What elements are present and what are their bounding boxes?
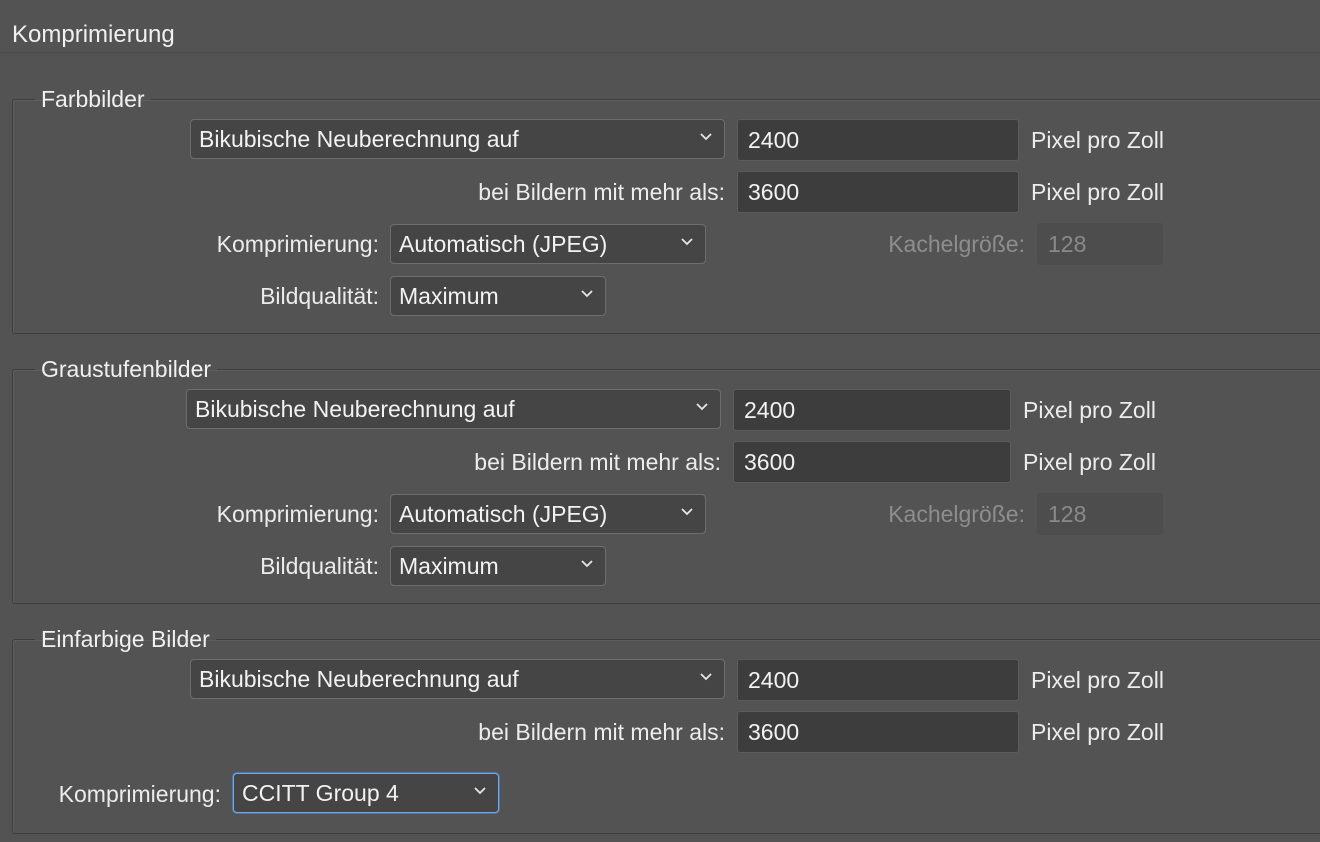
chevron-down-icon [474, 787, 486, 795]
resample-ppi-input-grayscale[interactable]: 2400 [733, 389, 1011, 431]
chevron-down-icon [700, 133, 712, 141]
resample-ppi-input-color[interactable]: 2400 [737, 119, 1019, 161]
compression-dropdown-grayscale[interactable]: Automatisch (JPEG) [390, 494, 706, 534]
threshold-ppi-input-grayscale[interactable]: 3600 [733, 441, 1011, 483]
resample-unit-label: Pixel pro Zoll [1031, 127, 1164, 153]
resample-method-value: Bikubische Neuberechnung auf [199, 126, 519, 152]
quality-dropdown-grayscale[interactable]: Maximum [390, 546, 606, 586]
quality-dropdown-color[interactable]: Maximum [390, 276, 606, 316]
compression-label: Komprimierung: [216, 501, 379, 527]
chevron-down-icon [700, 673, 712, 681]
group-legend-grayscale: Graustufenbilder [41, 356, 212, 382]
title-divider [0, 52, 1320, 53]
threshold-ppi-input-color[interactable]: 3600 [737, 171, 1019, 213]
resample-method-dropdown-monochrome[interactable]: Bikubische Neuberechnung auf [190, 659, 725, 699]
resample-method-dropdown-color[interactable]: Bikubische Neuberechnung auf [190, 119, 725, 159]
compression-label: Komprimierung: [216, 231, 379, 257]
quality-value: Maximum [399, 283, 499, 309]
threshold-unit-label: Pixel pro Zoll [1031, 179, 1164, 205]
group-legend-monochrome: Einfarbige Bilder [41, 626, 210, 652]
compression-value: Automatisch (JPEG) [399, 231, 608, 257]
chevron-down-icon [696, 403, 708, 411]
compression-dropdown-color[interactable]: Automatisch (JPEG) [390, 224, 706, 264]
tile-size-label: Kachelgröße: [888, 501, 1025, 527]
group-legend-color: Farbbilder [41, 86, 145, 112]
chevron-down-icon [581, 560, 593, 568]
quality-label: Bildqualität: [260, 283, 379, 309]
chevron-down-icon [581, 290, 593, 298]
chevron-down-icon [681, 238, 693, 246]
compression-dropdown-monochrome[interactable]: CCITT Group 4 [233, 773, 499, 813]
resample-method-value: Bikubische Neuberechnung auf [195, 396, 515, 422]
chevron-down-icon [681, 508, 693, 516]
tile-size-input-color: 128 [1037, 223, 1163, 265]
tile-size-input-grayscale: 128 [1037, 493, 1163, 535]
resample-ppi-input-monochrome[interactable]: 2400 [737, 659, 1019, 701]
resample-method-dropdown-grayscale[interactable]: Bikubische Neuberechnung auf [186, 389, 721, 429]
threshold-unit-label: Pixel pro Zoll [1023, 449, 1156, 475]
threshold-label: bei Bildern mit mehr als: [478, 179, 725, 205]
page-title: Komprimierung [12, 21, 175, 48]
resample-method-value: Bikubische Neuberechnung auf [199, 666, 519, 692]
quality-label: Bildqualität: [260, 553, 379, 579]
threshold-ppi-input-monochrome[interactable]: 3600 [737, 711, 1019, 753]
compression-value: Automatisch (JPEG) [399, 501, 608, 527]
tile-size-label: Kachelgröße: [888, 231, 1025, 257]
threshold-label: bei Bildern mit mehr als: [478, 719, 725, 745]
threshold-label: bei Bildern mit mehr als: [474, 449, 721, 475]
quality-value: Maximum [399, 553, 499, 579]
compression-value: CCITT Group 4 [242, 780, 399, 806]
resample-unit-label: Pixel pro Zoll [1031, 667, 1164, 693]
compression-label: Komprimierung: [58, 781, 221, 807]
resample-unit-label: Pixel pro Zoll [1023, 397, 1156, 423]
threshold-unit-label: Pixel pro Zoll [1031, 719, 1164, 745]
